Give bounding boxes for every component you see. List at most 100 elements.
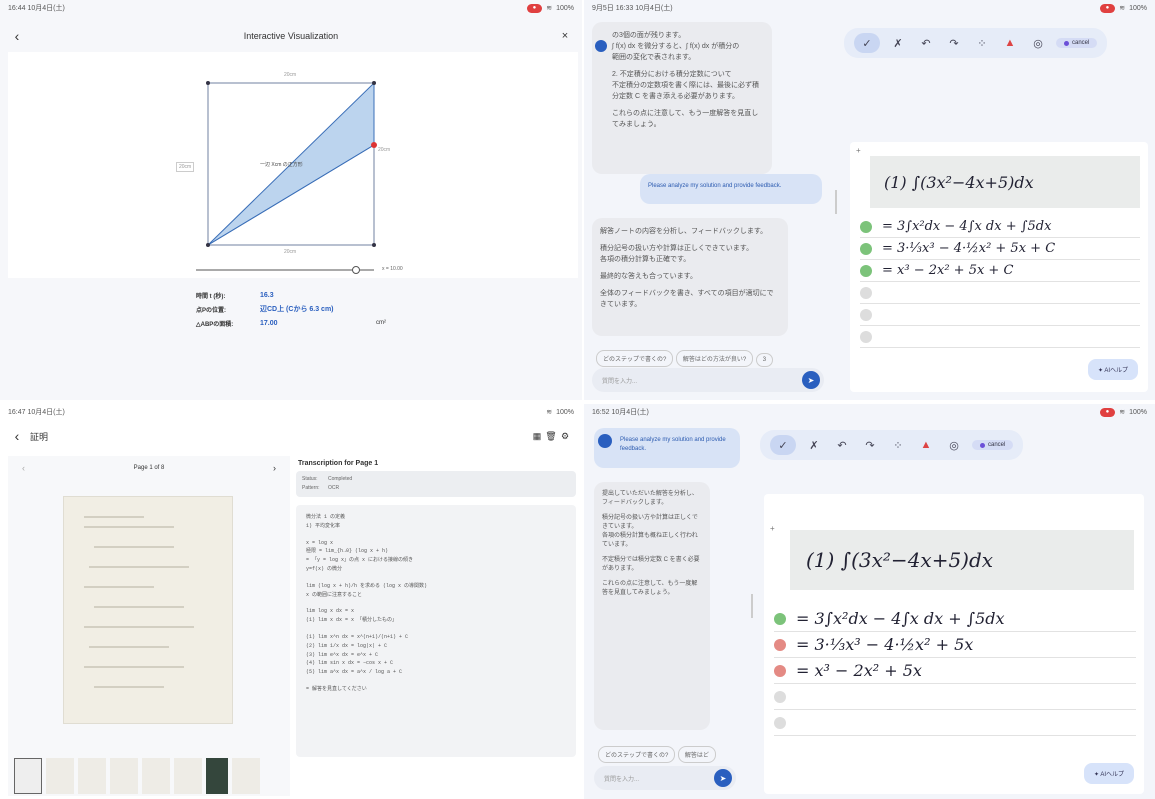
eraser-tool-icon[interactable]: ✗ (888, 33, 908, 53)
thumbnail[interactable] (78, 758, 106, 794)
record-badge: ● (1099, 407, 1116, 417)
thumbnail[interactable] (110, 758, 138, 794)
undo-icon[interactable]: ↶ (916, 33, 936, 53)
cancel-dot-icon (980, 442, 985, 448)
ai-help-button[interactable]: ✦ AIヘルプ (1087, 359, 1138, 380)
clear-icon[interactable]: ▲ (916, 435, 936, 455)
empty-status-icon (860, 286, 872, 299)
grid-icon[interactable]: ⁘ (888, 435, 908, 455)
info-unit: cm² (376, 320, 386, 326)
top-side-label: 20cm (284, 72, 297, 78)
record-badge: ● (526, 3, 543, 13)
thumbnail[interactable] (142, 758, 170, 794)
empty-line[interactable] (860, 282, 1140, 304)
solution-text: = 3·⅓x³ − 4·½x² + 5x + C (882, 241, 1056, 256)
suggestion-chip[interactable]: 3 (755, 353, 774, 367)
thumbnail[interactable] (14, 758, 42, 794)
text-line: (2) lim 1/x dx = log|x| + C (306, 642, 388, 649)
text-line: = 解答を見直してください (306, 685, 367, 692)
notebook-page[interactable]: + (1) ∫(3x²−4x+5)dx = 3∫x²dx − 4∫x dx + … (764, 494, 1144, 794)
chat-input[interactable]: 質問を入力... (602, 376, 637, 385)
text-line: 1) 平均変化率 (306, 522, 341, 529)
msg-line: 積分記号の扱い方や計算は正しくできています。 (602, 515, 698, 530)
empty-line[interactable] (774, 710, 1136, 736)
battery-text: 100% (556, 408, 574, 416)
send-icon[interactable]: ➤ (714, 769, 732, 787)
status-bar: 16:44 10月4日(土) ● ≋ 100% (0, 0, 582, 16)
pen-tool-icon[interactable]: ✓ (854, 33, 880, 53)
transcription-header: ‹ 証明 ▦ 🗑 ⚙ (0, 422, 582, 450)
back-icon[interactable]: ‹ (10, 428, 24, 444)
thumbnail[interactable] (232, 758, 260, 794)
redo-icon[interactable]: ↷ (860, 435, 880, 455)
empty-status-icon (774, 690, 786, 703)
ai-help-button[interactable]: ✦ AIヘルプ (1083, 763, 1134, 784)
chat-input[interactable]: 質問を入力... (604, 774, 639, 783)
next-page-icon[interactable]: › (273, 463, 276, 473)
redo-icon[interactable]: ↷ (944, 33, 964, 53)
editor-pane: ✓ ✗ ↶ ↷ ⁘ ▲ ◎ cancel + (1) ∫(3x²−4x+5)dx… (840, 22, 1151, 398)
thumbnail[interactable] (174, 758, 202, 794)
viz-header: ‹ Interactive Visualization × (0, 22, 582, 50)
solution-line: = 3∫x²dx − 4∫x dx + ∫5dx (860, 216, 1140, 238)
pen-tool-icon[interactable]: ✓ (770, 435, 796, 455)
grid-icon[interactable]: ⁘ (972, 33, 992, 53)
settings-gear-icon[interactable]: ⚙ (558, 429, 572, 443)
suggestion-chip[interactable]: どのステップで書くの? (598, 746, 676, 763)
solution-line: = x³ − 2x² + 5x + C (860, 260, 1140, 282)
suggestion-chip[interactable]: どのステップで書くの? (596, 350, 674, 367)
msg-line: 全体のフィードバックを書き、すべての項目が適切にできています。 (600, 290, 774, 308)
info-label: 点Pの位置: (196, 307, 227, 314)
send-icon[interactable]: ➤ (802, 371, 820, 389)
undo-icon[interactable]: ↶ (832, 435, 852, 455)
eraser-tool-icon[interactable]: ✗ (804, 435, 824, 455)
right-side-label: 20cm (378, 147, 391, 153)
trash-icon[interactable]: 🗑 (544, 429, 558, 443)
back-icon[interactable]: ‹ (10, 28, 24, 44)
solution-text: = x³ − 2x² + 5x (796, 661, 922, 680)
split-handle[interactable] (751, 594, 753, 618)
suggestion-chip[interactable]: 解答はど (677, 746, 716, 763)
layers-icon[interactable]: ◎ (944, 435, 964, 455)
panel-chat-editor-1: 9月5日 16:33 10月4日(土) ● ≋ 100% の3個の面が残ります。 ∫… (584, 0, 1155, 400)
bookmark-icon[interactable]: ▦ (530, 429, 544, 443)
viz-canvas[interactable]: 20cm 20cm 20cm 20cm 一辺 Xcm の正方形 x = 10.0… (8, 52, 578, 278)
empty-status-icon (774, 716, 786, 729)
status-time: 16:44 10月4日(土) (8, 5, 65, 12)
user-message-text: Please analyze my solution and provide f… (648, 183, 782, 189)
empty-line[interactable] (860, 326, 1140, 348)
sparkle-icon: ✦ (1093, 772, 1099, 778)
msg-line: 各項の積分計算も正確です。 (600, 256, 691, 263)
page-viewer: ‹ Page 1 of 8 › (8, 456, 290, 796)
page-image[interactable] (63, 496, 233, 724)
meta-row: Pattern: OCR (302, 484, 570, 493)
notebook-page[interactable]: + (1) ∫(3x²−4x+5)dx = 3∫x²dx − 4∫x dx + … (850, 142, 1148, 392)
thumbnail[interactable] (46, 758, 74, 794)
transcription-text[interactable]: 微分法 1 の定義 1) 平均変化率 x = log x 極限 = lim_{h… (296, 505, 576, 757)
cancel-button[interactable]: cancel (972, 440, 1014, 450)
cancel-button[interactable]: cancel (1056, 38, 1098, 48)
clear-icon[interactable]: ▲ (1000, 33, 1020, 53)
status-bar: 9月5日 16:33 10月4日(土) ● ≋ 100% (584, 0, 1155, 16)
wifi-icon: ≋ (546, 5, 553, 12)
battery-text: 100% (1129, 408, 1147, 416)
user-message-text: Please analyze my solution and provide f… (620, 437, 726, 452)
solution-line: = 3∫x²dx − 4∫x dx + ∫5dx (774, 606, 1136, 632)
close-icon[interactable]: × (558, 29, 572, 43)
split-handle[interactable] (835, 190, 837, 214)
empty-line[interactable] (774, 684, 1136, 710)
ai-help-label: AIヘルプ (1100, 772, 1124, 778)
info-table: 時間 t (秒): 16.3 点Pの位置: 辺CD上 (Cから 6.3 cm) … (196, 288, 496, 330)
empty-line[interactable] (860, 304, 1140, 326)
text-line: x = log x (306, 539, 334, 546)
suggestion-chips: どのステップで書くの? 解答はど (598, 746, 748, 763)
battery-text: 100% (556, 4, 574, 12)
suggestion-chip[interactable]: 解答はどの方法が良い? (675, 350, 754, 367)
problem-text: (1) ∫(3x²−4x+5)dx (884, 172, 1034, 192)
layers-icon[interactable]: ◎ (1028, 33, 1048, 53)
prev-page-icon[interactable]: ‹ (22, 463, 25, 473)
info-label: 時間 t (秒): (196, 293, 226, 300)
msg-line: これらの点に注意して、もう一度解答を見直してみましょう。 (612, 110, 759, 128)
thumbnail[interactable] (206, 758, 228, 794)
ai-feedback-message: 提出していただいた解答を分析し、フィードバックします。 積分記号の扱い方や計算は… (594, 482, 710, 730)
